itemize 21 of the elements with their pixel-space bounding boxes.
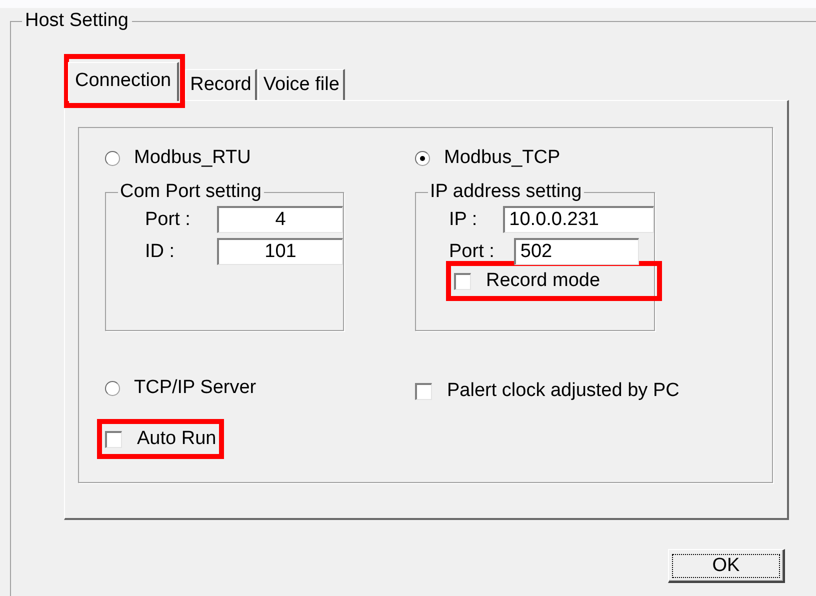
checkbox[interactable]: Auto Run — [105, 427, 216, 451]
ok-button[interactable]: OK — [668, 549, 785, 583]
radio-button[interactable]: Modbus_RTU — [105, 146, 251, 170]
field-label: IP : — [449, 208, 478, 230]
radio-button[interactable]: Modbus_TCP — [415, 146, 560, 170]
tab[interactable]: Connection — [68, 62, 180, 101]
checkbox[interactable]: Palert clock adjusted by PC — [415, 379, 680, 403]
field-label: Port : — [145, 208, 192, 230]
group-title: Com Port setting — [119, 182, 262, 202]
tab[interactable]: Record — [185, 69, 258, 100]
radio-button[interactable]: TCP/IP Server — [105, 376, 256, 400]
input-field[interactable]: 10.0.0.231 — [503, 206, 654, 233]
tab[interactable]: Voice file — [258, 69, 346, 100]
checkbox[interactable]: Record mode — [454, 269, 600, 293]
input-field[interactable]: 4 — [217, 206, 343, 233]
group-title: Host Setting — [24, 10, 130, 32]
input-field[interactable]: 101 — [217, 238, 343, 265]
input-field[interactable]: 502 — [514, 238, 640, 265]
group-title: IP address setting — [429, 182, 583, 202]
field-label: ID : — [145, 240, 176, 262]
field-label: Port : — [449, 240, 494, 262]
